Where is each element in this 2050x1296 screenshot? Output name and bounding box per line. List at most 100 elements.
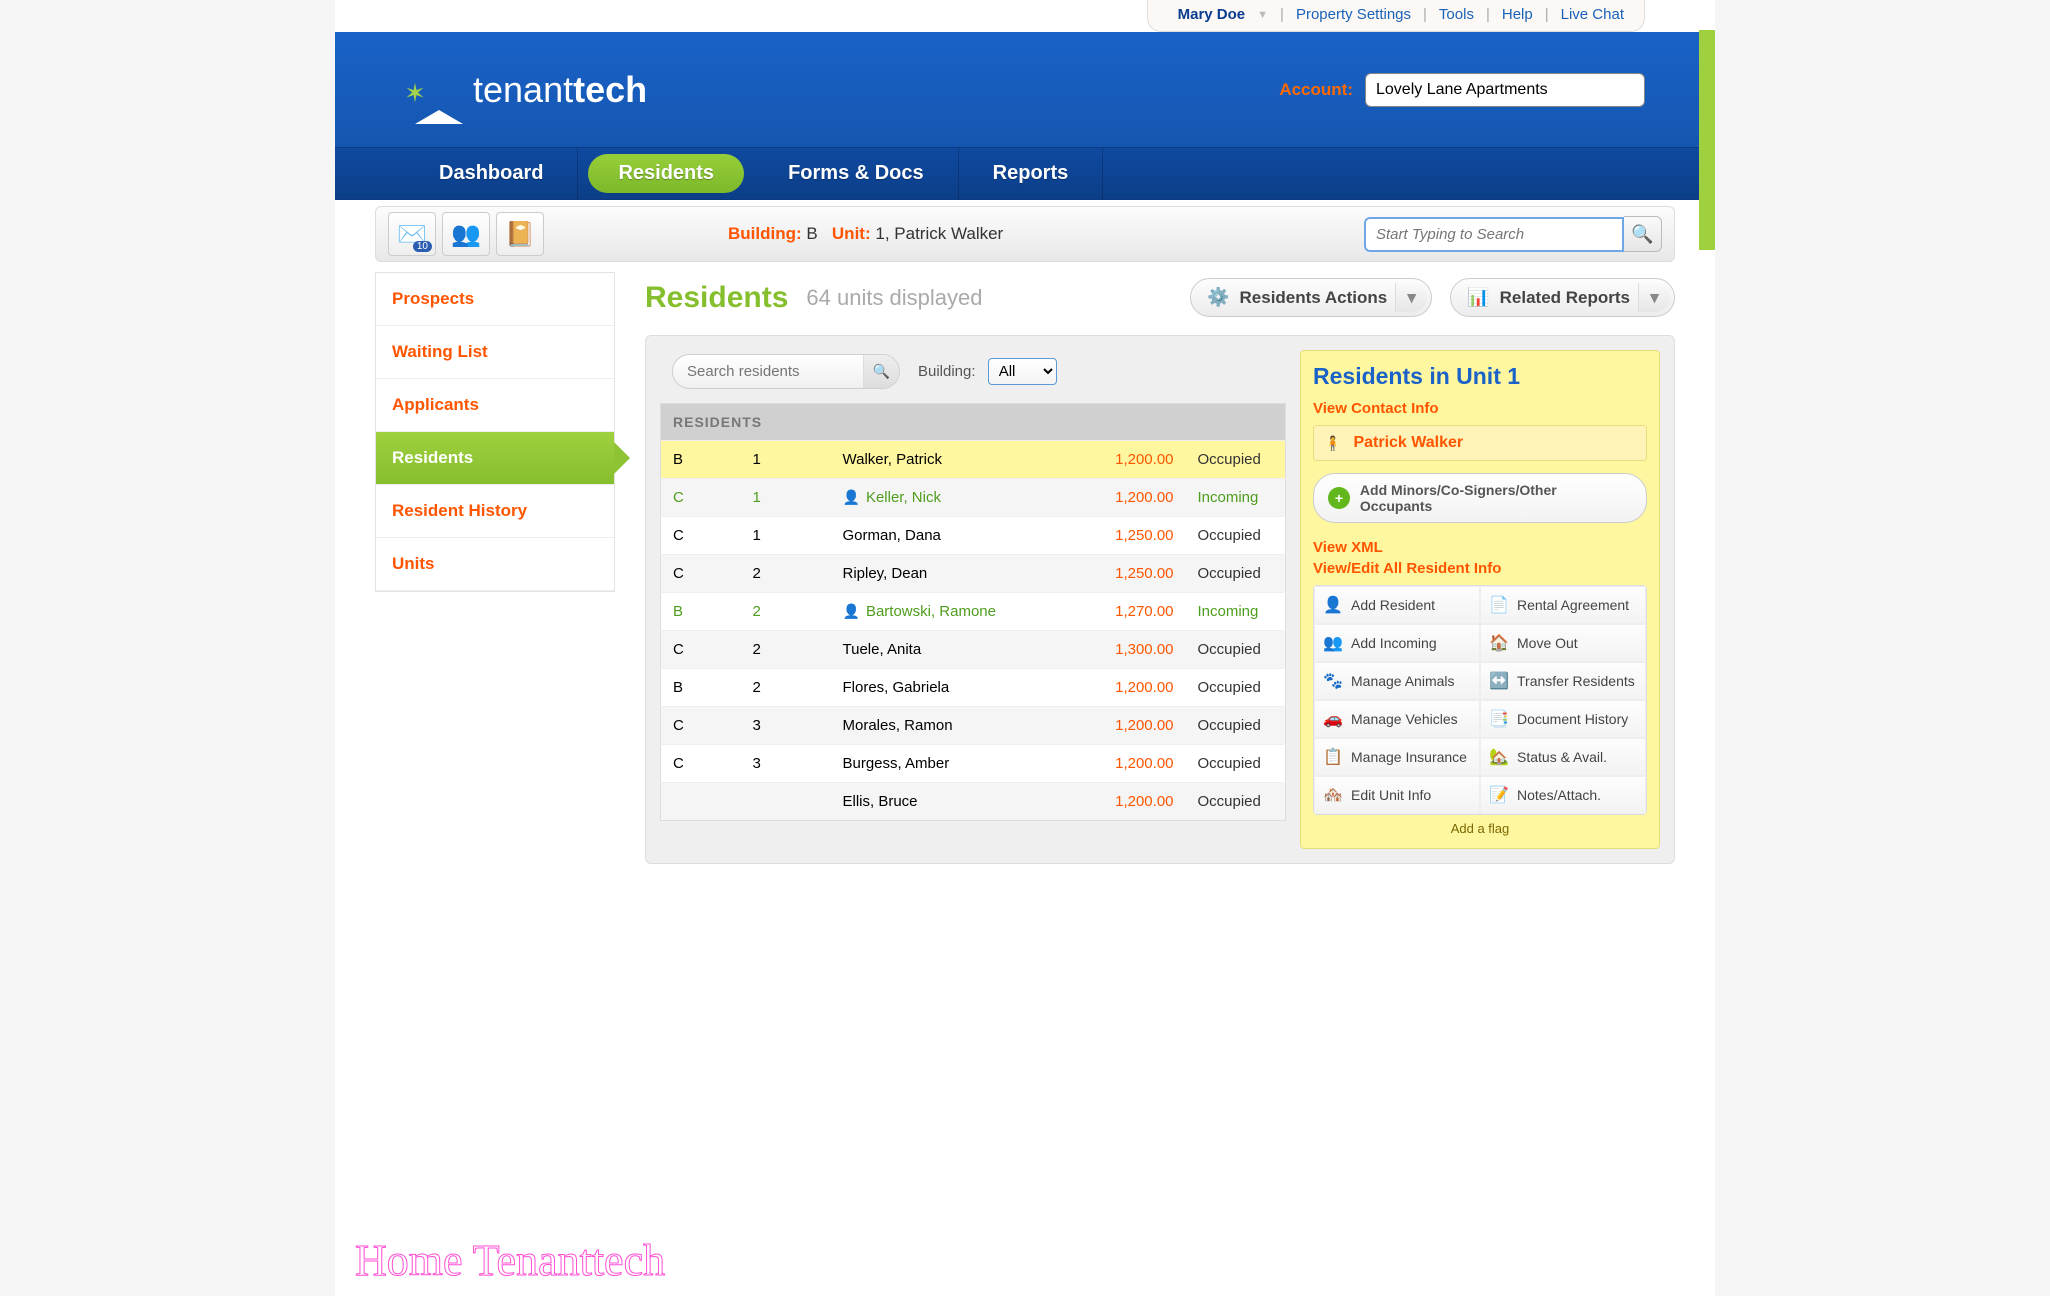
resident-badge[interactable]: 🧍 Patrick Walker [1313, 425, 1647, 461]
action-label: Manage Vehicles [1351, 711, 1458, 727]
table-row[interactable]: B1Walker, Patrick1,200.00Occupied [661, 441, 1286, 479]
cell-status: Occupied [1186, 517, 1286, 555]
action-label: Move Out [1517, 635, 1578, 651]
tab-reports[interactable]: Reports [959, 148, 1104, 199]
detail-title: Residents in Unit 1 [1313, 363, 1647, 390]
resident-search-input[interactable] [673, 355, 863, 388]
action-label: Document History [1517, 711, 1628, 727]
cell-building: C [661, 707, 741, 745]
cell-name: Ripley, Dean [831, 555, 1076, 593]
actions-grid: 👤Add Resident📄Rental Agreement👥Add Incom… [1313, 585, 1647, 815]
action-icon: 👤 [1323, 595, 1343, 615]
tab-residents[interactable]: Residents [588, 154, 744, 193]
users-icon[interactable]: 👥 [442, 212, 490, 256]
sidebar-item-residents[interactable]: Residents [376, 432, 614, 485]
cell-building: C [661, 479, 741, 517]
notebook-icon[interactable]: 📔 [496, 212, 544, 256]
building-select[interactable]: All [988, 358, 1057, 385]
cell-unit: 2 [741, 555, 831, 593]
action-item[interactable]: ↔️Transfer Residents [1480, 662, 1646, 700]
table-row[interactable]: C3Morales, Ramon1,200.00Occupied [661, 707, 1286, 745]
action-icon: 🏡 [1489, 747, 1509, 767]
action-item[interactable]: 🏠Move Out [1480, 624, 1646, 662]
cell-amount: 1,200.00 [1076, 745, 1186, 783]
global-search: 🔍 [1364, 216, 1662, 252]
residents-actions-button[interactable]: ⚙️ Residents Actions ▾ [1190, 278, 1432, 317]
view-xml-link[interactable]: View XML [1313, 539, 1647, 556]
sidebar-item-resident-history[interactable]: Resident History [376, 485, 614, 538]
table-row[interactable]: C2Tuele, Anita1,300.00Occupied [661, 631, 1286, 669]
add-occupants-button[interactable]: + Add Minors/Co-Signers/Other Occupants [1313, 473, 1647, 523]
sidebar-item-waiting-list[interactable]: Waiting List [376, 326, 614, 379]
cell-status: Occupied [1186, 669, 1286, 707]
action-label: Manage Animals [1351, 673, 1455, 689]
cell-building: C [661, 745, 741, 783]
unit-detail-panel: Residents in Unit 1 View Contact Info 🧍 … [1300, 350, 1660, 849]
sidebar-item-units[interactable]: Units [376, 538, 614, 591]
action-icon: 🏘️ [1323, 785, 1343, 805]
resident-name: Ellis, Bruce [843, 793, 918, 810]
action-item[interactable]: 🏡 Status & Avail. [1480, 738, 1646, 776]
action-item[interactable]: 📝Notes/Attach. [1480, 776, 1646, 814]
action-item[interactable]: 👥Add Incoming [1314, 624, 1480, 662]
action-label: Status & Avail. [1517, 749, 1607, 765]
residents-table: RESIDENTS B1Walker, Patrick1,200.00Occup… [660, 403, 1286, 821]
table-row[interactable]: C1Gorman, Dana1,250.00Occupied [661, 517, 1286, 555]
add-flag-link[interactable]: Add a flag [1313, 815, 1647, 842]
action-item[interactable]: 📄Rental Agreement [1480, 586, 1646, 624]
table-row[interactable]: C3Burgess, Amber1,200.00Occupied [661, 745, 1286, 783]
chart-icon: 📊 [1467, 287, 1489, 308]
cell-status: Occupied [1186, 555, 1286, 593]
cell-name: Burgess, Amber [831, 745, 1076, 783]
table-header: RESIDENTS [661, 404, 1286, 441]
link-live-chat[interactable]: Live Chat [1561, 6, 1624, 23]
cell-building: B [661, 669, 741, 707]
action-icon: 📄 [1489, 595, 1509, 615]
table-row[interactable]: Ellis, Bruce1,200.00Occupied [661, 783, 1286, 821]
search-icon[interactable]: 🔍 [863, 355, 899, 388]
building-filter: Building: All [918, 358, 1057, 385]
account-input[interactable] [1365, 73, 1645, 107]
person-icon: 👤 [843, 603, 860, 619]
sidebar-item-prospects[interactable]: Prospects [376, 273, 614, 326]
action-item[interactable]: 🏘️Edit Unit Info [1314, 776, 1480, 814]
cell-name: Morales, Ramon [831, 707, 1076, 745]
tab-forms-docs[interactable]: Forms & Docs [754, 148, 959, 199]
action-label: Notes/Attach. [1517, 787, 1601, 803]
link-tools[interactable]: Tools [1439, 6, 1474, 23]
user-menu[interactable]: Mary Doe [1178, 6, 1246, 23]
action-item[interactable]: 📑Document History [1480, 700, 1646, 738]
cell-status: Incoming [1186, 593, 1286, 631]
table-row[interactable]: C2Ripley, Dean1,250.00Occupied [661, 555, 1286, 593]
breadcrumb: Building: B Unit: 1, Patrick Walker [728, 224, 1003, 244]
page-header: Residents 64 units displayed ⚙️ Resident… [645, 278, 1675, 317]
action-item[interactable]: 🚗Manage Vehicles [1314, 700, 1480, 738]
search-button[interactable]: 🔍 [1624, 216, 1662, 252]
mail-badge: 10 [413, 241, 432, 252]
resident-name: Ripley, Dean [843, 565, 928, 582]
person-icon: 👤 [843, 489, 860, 505]
cell-amount: 1,200.00 [1076, 669, 1186, 707]
tab-dashboard[interactable]: Dashboard [405, 148, 578, 199]
related-reports-button[interactable]: 📊 Related Reports ▾ [1450, 278, 1675, 317]
link-property-settings[interactable]: Property Settings [1296, 6, 1411, 23]
table-row[interactable]: C1👤Keller, Nick1,200.00Incoming [661, 479, 1286, 517]
plus-icon: + [1328, 487, 1350, 509]
link-help[interactable]: Help [1502, 6, 1533, 23]
action-item[interactable]: 📋Manage Insurance [1314, 738, 1480, 776]
sidebar-item-applicants[interactable]: Applicants [376, 379, 614, 432]
cell-status: Occupied [1186, 707, 1286, 745]
mail-icon[interactable]: ✉️10 [388, 212, 436, 256]
logo[interactable]: ✶ tenanttech [415, 69, 647, 111]
contact-section-label[interactable]: View Contact Info [1313, 400, 1647, 417]
cell-amount: 1,200.00 [1076, 441, 1186, 479]
action-item[interactable]: 👤Add Resident [1314, 586, 1480, 624]
cell-amount: 1,200.00 [1076, 783, 1186, 821]
cell-amount: 1,270.00 [1076, 593, 1186, 631]
table-row[interactable]: B2Flores, Gabriela1,200.00Occupied [661, 669, 1286, 707]
cell-building: C [661, 555, 741, 593]
view-edit-link[interactable]: View/Edit All Resident Info [1313, 560, 1647, 577]
table-row[interactable]: B2👤Bartowski, Ramone1,270.00Incoming [661, 593, 1286, 631]
action-item[interactable]: 🐾Manage Animals [1314, 662, 1480, 700]
search-input[interactable] [1364, 217, 1624, 252]
